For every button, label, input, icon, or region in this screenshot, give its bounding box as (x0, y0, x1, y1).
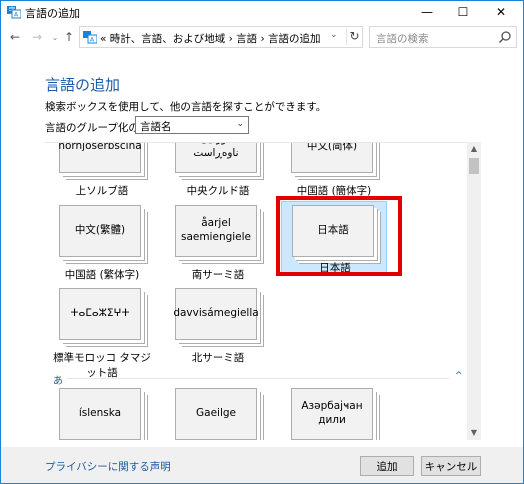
language-list: hornjoserbšćina 上ソルブ語 کوردیی ناوەڕاست 中央… (45, 142, 479, 440)
language-tile[interactable]: Gaeilge (165, 388, 271, 440)
cancel-button[interactable]: キャンセル (421, 456, 481, 476)
page-title: 言語の追加 (45, 76, 121, 94)
group-by-value: 言語名 (140, 121, 172, 133)
language-native-name: åarjel saemiengiele (175, 205, 257, 257)
up-button[interactable]: ↑ (61, 29, 77, 45)
privacy-statement-link[interactable]: プライバシーに関する声明 (45, 459, 171, 474)
language-tile[interactable]: davvisámegiella 北サーミ語 (165, 288, 271, 384)
scroll-thumb[interactable] (469, 158, 479, 174)
section-divider (67, 378, 449, 379)
breadcrumb[interactable]: « 時計、言語、および地域 › 言語 › 言語の追加 (100, 31, 321, 46)
language-caption: 上ソルブ語 (75, 185, 129, 197)
add-language-window: 字 A 言語の追加 — ☐ ✕ ← → ⌄ ↑ A « 時計、言語、および地域 … (0, 0, 524, 484)
close-button[interactable]: ✕ (483, 1, 519, 23)
language-caption: 中国語 (繁体字) (64, 269, 140, 281)
scroll-down-button[interactable]: ▼ (467, 426, 481, 440)
highlight-box (276, 196, 402, 276)
language-native-name: íslenska (59, 388, 141, 440)
language-native-name: ⵜⴰⵎⴰⵣⵉⵖⵜ (59, 288, 141, 340)
language-tile[interactable]: åarjel saemiengiele 南サーミ語 (165, 205, 271, 301)
language-native-name: davvisámegiella (173, 288, 259, 340)
control-panel-icon: A (83, 31, 97, 44)
vertical-scrollbar[interactable]: ▲ ▼ (467, 142, 481, 440)
language-tile[interactable]: 中文(繁體) 中国語 (繁体字) (49, 205, 155, 301)
language-caption: 南サーミ語 (191, 269, 245, 281)
chevron-down-icon[interactable]: ⌄ (330, 30, 338, 40)
minimize-button[interactable]: — (409, 1, 445, 23)
group-by-select[interactable]: 言語名 ⌄ (135, 116, 249, 134)
search-box[interactable]: 言語の検索 (369, 26, 517, 48)
search-input[interactable]: 言語の検索 (376, 31, 429, 46)
language-native-name: Gaeilge (175, 388, 257, 440)
scroll-up-button[interactable]: ▲ (467, 142, 481, 156)
address-bar[interactable]: A « 時計、言語、および地域 › 言語 › 言語の追加 ⌄ ↻ (79, 26, 363, 48)
language-tile[interactable]: ⵜⴰⵎⴰⵣⵉⵖⵜ 標準モロッコ タマジット語 (49, 288, 155, 384)
collapse-section-button[interactable]: ^ (455, 371, 463, 381)
title-bar: 字 A 言語の追加 — ☐ ✕ (1, 1, 523, 23)
add-button[interactable]: 追加 (360, 456, 414, 476)
forward-button[interactable]: → (29, 29, 45, 45)
language-caption: 中央クルド語 (186, 185, 250, 197)
footer-bar: プライバシーに関する声明 追加 キャンセル (1, 447, 523, 483)
language-caption: 北サーミ語 (191, 352, 245, 364)
language-tile[interactable]: íslenska (49, 388, 155, 440)
refresh-button[interactable]: ↻ (346, 29, 362, 45)
maximize-button[interactable]: ☐ (445, 1, 481, 23)
language-native-name: 中文(繁體) (59, 205, 141, 257)
back-button[interactable]: ← (7, 29, 23, 45)
chevron-down-icon: ⌄ (236, 119, 244, 129)
language-tile[interactable]: Азәрбајҹан дили (281, 388, 387, 440)
language-native-name: کوردیی ناوەڕاست (175, 143, 257, 173)
language-icon: 字 A (7, 6, 21, 19)
section-header: あ ^ (53, 371, 467, 387)
navigation-bar: ← → ⌄ ↑ A « 時計、言語、および地域 › 言語 › 言語の追加 ⌄ ↻… (1, 23, 523, 51)
search-icon (498, 31, 511, 44)
description-text: 検索ボックスを使用して、他の言語を探すことができます。 (45, 101, 327, 113)
language-native-name: 中文(简体) (291, 143, 373, 173)
language-native-name: hornjoserbšćina (58, 143, 142, 173)
language-native-name: Азәрбајҹан дили (291, 388, 373, 440)
section-letter: あ (53, 376, 63, 387)
window-title: 言語の追加 (25, 7, 80, 20)
